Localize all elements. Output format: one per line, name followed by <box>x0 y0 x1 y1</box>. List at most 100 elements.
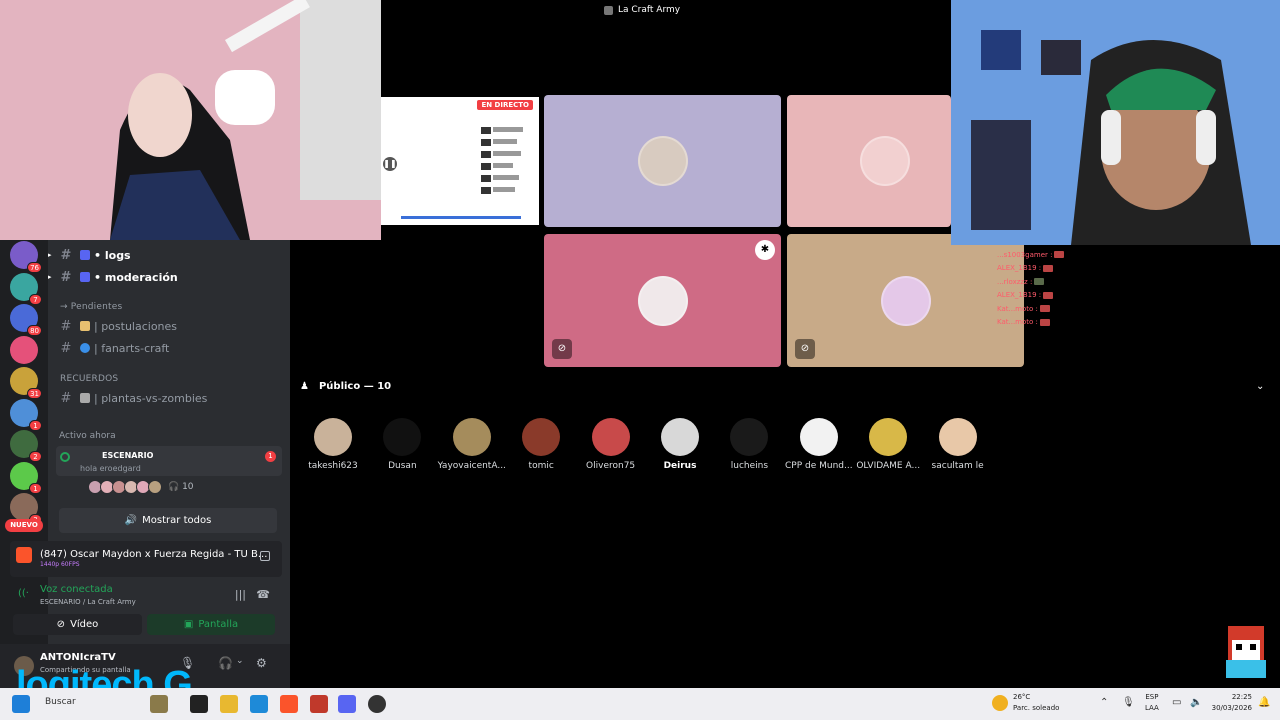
show-all-label: Mostrar todos <box>142 515 212 526</box>
chat-line: Kat...moto : <box>997 316 1097 330</box>
server-icon[interactable]: 80 <box>10 304 42 336</box>
taskbar-app-icon[interactable] <box>310 695 328 713</box>
server-icon[interactable]: 31 <box>10 367 42 399</box>
stage-channel-card[interactable]: ESCENARIO hola eroedgard 1 <box>56 446 282 476</box>
brave-icon <box>16 547 32 563</box>
speaker-avatar <box>637 275 688 326</box>
chat-username: ...s1003gamer : <box>997 250 1053 259</box>
channel-logs[interactable]: ▸ # • logs <box>48 245 131 265</box>
member-name: lucheins <box>730 461 769 471</box>
audience-member[interactable]: CPP de Mund... <box>784 418 854 471</box>
badge-icon <box>1039 318 1050 326</box>
audience-member[interactable]: takeshi623 <box>298 418 368 471</box>
taskbar-app-icon[interactable] <box>190 695 208 713</box>
screen-thumb <box>481 175 491 182</box>
webcam-overlay-right <box>951 0 1280 245</box>
speaker-icon: 🔊 <box>124 515 138 526</box>
audience-member[interactable]: Deirus <box>645 418 715 471</box>
video-button[interactable]: ⊘ Vídeo <box>13 614 142 635</box>
avatar <box>730 418 769 456</box>
screen-row <box>493 151 521 156</box>
screen-thumb <box>481 187 491 194</box>
channel-moderacion[interactable]: ▸ # • moderación <box>48 267 178 287</box>
audience-member[interactable]: tomic <box>506 418 576 471</box>
category-pendientes[interactable]: → Pendientes <box>60 302 122 312</box>
speaker-tile[interactable]: ⊘ <box>787 234 1024 367</box>
pause-icon[interactable]: ❚❚ <box>383 157 397 171</box>
stage-icon <box>60 452 70 462</box>
category-recuerdos[interactable]: RECUERDOS <box>60 374 118 384</box>
chevron-down-icon[interactable]: ⌄ <box>236 656 244 666</box>
activity-title: (847) Oscar Maydon x Fuerza Regida - TU … <box>40 549 268 560</box>
channel-plantas[interactable]: # | plantas-vs-zombies <box>58 388 208 408</box>
chevron-up-icon[interactable]: ⌃ <box>1100 697 1108 708</box>
gear-icon[interactable]: ⚙ <box>256 656 267 670</box>
audience-member[interactable]: YayovaicentA... <box>437 418 507 471</box>
weather-widget[interactable]: 26°C Parc. soleado <box>1013 692 1059 714</box>
speaker-tile[interactable] <box>544 95 781 227</box>
audience-member[interactable]: sacultam le <box>923 418 993 471</box>
hash-icon: # <box>60 390 72 406</box>
audience-member[interactable]: Dusan <box>367 418 437 471</box>
server-icon[interactable]: 7 <box>10 272 42 305</box>
screen-share-button[interactable]: ▣ Pantalla <box>147 614 275 635</box>
voice-location[interactable]: ESCENARIO / La Craft Army <box>40 598 136 606</box>
notification-icon[interactable]: 🔔 <box>1258 697 1270 708</box>
chat-username: ALEX_1B19 : <box>997 291 1042 300</box>
server-icon[interactable]: 3 <box>10 493 42 525</box>
audience-member[interactable]: OLVIDAME A... <box>853 418 923 471</box>
speaker-avatar <box>860 136 911 186</box>
network-icon[interactable]: ▭ <box>1172 697 1181 708</box>
taskbar-search[interactable]: Buscar <box>45 697 76 707</box>
chat-username: ...rloxzzz : <box>997 277 1033 286</box>
moderator-shield-icon: ✱ <box>755 240 775 260</box>
channel-postulaciones[interactable]: # | postulaciones <box>58 316 178 336</box>
channel-fanarts[interactable]: # | fanarts-craft <box>58 338 170 358</box>
disconnect-icon[interactable]: ☎ <box>256 588 270 601</box>
soundboard-icon[interactable]: ||| <box>235 588 246 601</box>
headphones-icon[interactable]: 🎧 <box>218 656 233 670</box>
stage-member-avatars[interactable]: 🎧 10 <box>88 480 194 494</box>
speaker-tile[interactable]: ✱ ⊘ <box>544 234 781 367</box>
server-icon[interactable]: 1 <box>10 398 42 431</box>
folder-icon[interactable] <box>220 695 238 713</box>
now-playing-activity[interactable]: (847) Oscar Maydon x Fuerza Regida - TU … <box>10 541 282 577</box>
badge-icon <box>1043 264 1054 272</box>
audience-icon: ♟ <box>300 381 309 392</box>
store-icon[interactable] <box>250 695 268 713</box>
speaker-avatar <box>637 136 688 186</box>
clock[interactable]: 22:25 30/03/2026 <box>1208 692 1252 714</box>
signal-icon[interactable]: ((· <box>18 588 29 599</box>
server-icon[interactable]: 1 <box>10 461 42 494</box>
username[interactable]: ANTONIcraTV <box>40 652 116 663</box>
audience-member[interactable]: Oliveron75 <box>576 418 646 471</box>
chevron-down-icon[interactable]: ⌄ <box>1256 381 1264 392</box>
avatar <box>799 418 838 456</box>
server-icon[interactable]: 76 <box>10 241 42 273</box>
obs-icon[interactable] <box>368 695 386 713</box>
channel-label: • logs <box>94 248 131 262</box>
audience-member[interactable]: lucheins <box>714 418 784 471</box>
server-icon[interactable]: 2 <box>10 430 42 462</box>
voice-status: Voz conectada <box>40 584 113 595</box>
microphone-icon[interactable]: 🎙 <box>1122 697 1135 708</box>
server-icon[interactable] <box>10 335 38 364</box>
show-all-button[interactable]: 🔊 Mostrar todos <box>59 508 277 533</box>
audience-header[interactable]: ♟ Público — 10 <box>300 381 391 392</box>
clock-date: 30/03/2026 <box>1211 704 1252 712</box>
discord-icon[interactable] <box>338 695 356 713</box>
taskbar-app-icon[interactable] <box>150 695 168 713</box>
language-indicator[interactable]: ESP LAA <box>1145 692 1159 714</box>
screen-share-tile[interactable]: EN DIRECTO <box>381 97 539 225</box>
member-name: Oliveron75 <box>586 461 636 471</box>
speaker-tile[interactable] <box>787 95 951 227</box>
speaker-avatar <box>880 275 931 326</box>
hash-icon: # <box>60 340 72 356</box>
video-off-icon: ⊘ <box>56 619 66 630</box>
brave-icon[interactable] <box>280 695 298 713</box>
weather-temp: 26°C <box>1013 693 1031 701</box>
windows-start-icon[interactable] <box>12 695 30 713</box>
stop-stream-icon[interactable] <box>260 551 270 561</box>
volume-icon[interactable]: 🔈 <box>1190 697 1202 708</box>
screen-icon: ▣ <box>183 619 194 630</box>
